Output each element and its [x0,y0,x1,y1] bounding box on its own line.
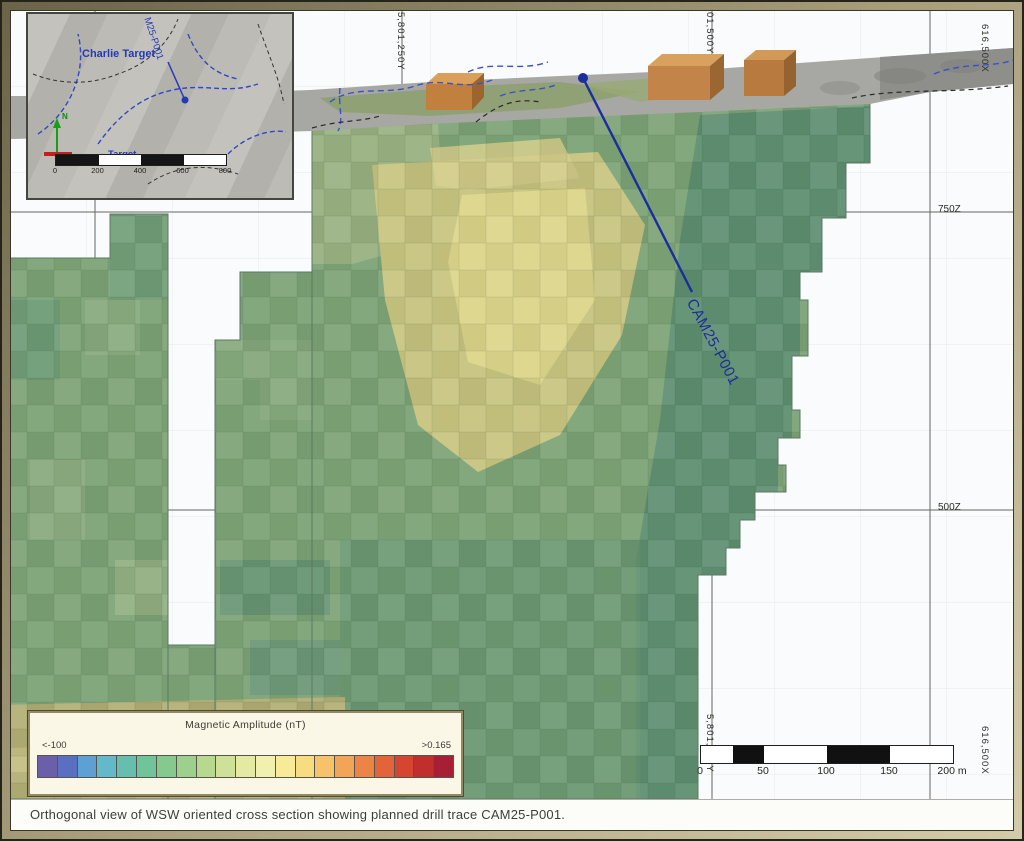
figure-caption-bar: Orthogonal view of WSW oriented cross se… [11,799,1013,830]
magnetic-amplitude-legend: Magnetic Amplitude (nT) <-100 >0.165 [28,711,463,796]
inset-scale-tick-label: 200 [91,166,104,175]
legend-swatch [334,755,355,778]
scalebar-tick-row: 050100150200 m [700,765,952,779]
legend-swatch [156,755,177,778]
legend-swatch [413,755,434,778]
legend-swatch [314,755,335,778]
legend-swatch [57,755,78,778]
inset-scale-tick-label: 0 [53,166,57,175]
legend-swatch [176,755,197,778]
cross-section-figure: 5,801,250Y 01,500Y 616,500X 750Z 500Z 5,… [0,0,1024,841]
legend-swatch [37,755,58,778]
legend-max-label: >0.165 [422,740,451,751]
legend-swatch [196,755,217,778]
inset-scale-tick-label: 800 [219,166,232,175]
scalebar-tick-label: 0 [697,765,703,777]
axis-label-northing-top-left: 5,801,250Y [395,12,406,71]
legend-swatch [116,755,137,778]
legend-swatch [136,755,157,778]
inset-plan-map: Charlie Target M25-P001 Target N 0200400… [26,12,294,200]
inset-scale-tick-label: 600 [176,166,189,175]
inset-scale-tick-row: 0200400600800 [55,166,225,178]
legend-swatch [433,755,454,778]
axis-label-easting-bottom-right: 616,500X [979,726,990,775]
axis-label-elev-500: 500Z [938,502,961,513]
scalebar-tick-label: 100 [817,765,835,777]
scale-bar-segment [827,746,890,763]
scalebar-tick-label: 50 [757,765,769,777]
legend-swatch-row [37,755,454,778]
scale-bar-segment [733,746,765,763]
legend-swatch [394,755,415,778]
inset-drill-collar-dot [182,97,189,104]
legend-swatch [275,755,296,778]
figure-caption-text: Orthogonal view of WSW oriented cross se… [11,800,1013,830]
legend-swatch [77,755,98,778]
legend-swatch [96,755,117,778]
axis-label-northing-top-mid: 01,500Y [704,12,715,54]
inset-drill-trace-line [168,62,184,98]
legend-swatch [235,755,256,778]
scalebar-tick-label: 150 [880,765,898,777]
inset-scale-tick-label: 400 [134,166,147,175]
distance-scale-bar [700,745,954,764]
inset-north-label: N [62,112,68,121]
inset-scale-bar [55,154,227,166]
legend-title: Magnetic Amplitude (nT) [30,719,461,731]
axis-label-easting-top-right: 616,500X [979,24,990,73]
axis-label-elev-750: 750Z [938,204,961,215]
inset-scale-bar-segment [141,155,184,165]
legend-swatch [374,755,395,778]
legend-swatch [255,755,276,778]
drill-collar-dot [578,73,588,83]
inset-target-label: Charlie Target [82,48,155,60]
legend-swatch [215,755,236,778]
scalebar-tick-label: 200 m [937,765,966,777]
inset-scale-bar-segment [56,155,99,165]
legend-swatch [354,755,375,778]
legend-min-label: <-100 [42,740,67,751]
legend-swatch [295,755,316,778]
orientation-axes-icon [44,118,72,154]
